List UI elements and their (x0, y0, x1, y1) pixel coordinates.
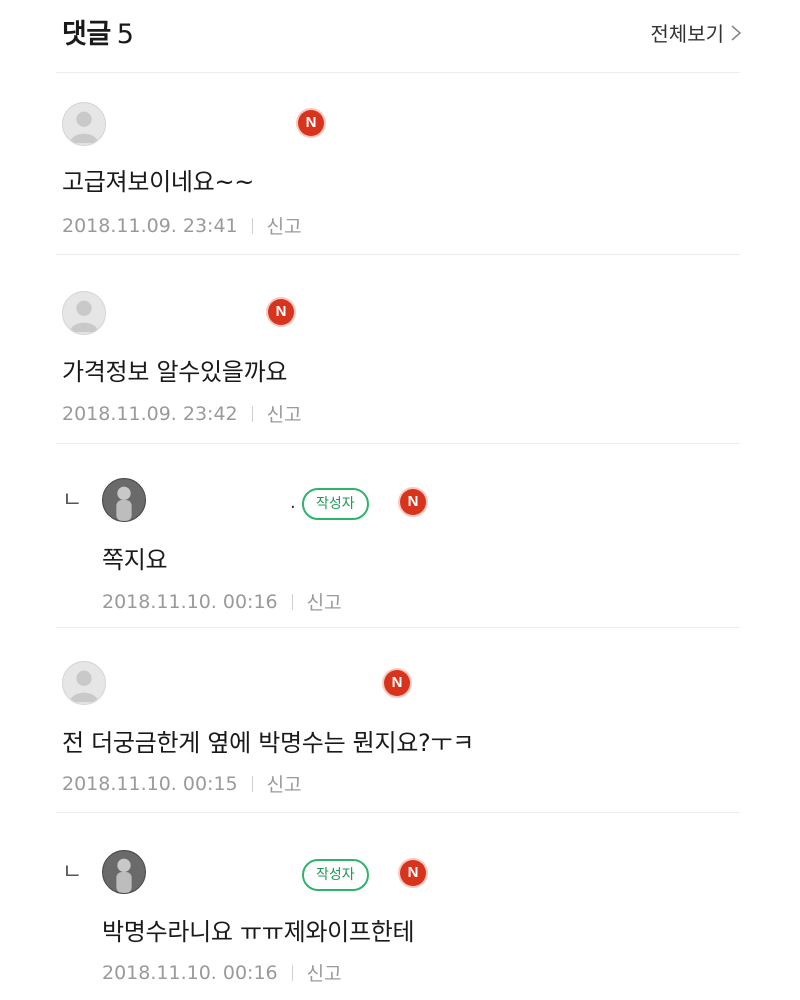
author-photo-avatar[interactable] (102, 478, 146, 522)
meta-separator (291, 593, 293, 610)
author-photo-avatar[interactable] (102, 850, 146, 894)
separator-dot: . (290, 492, 296, 513)
default-avatar-icon[interactable] (62, 102, 106, 146)
n-badge-icon: N (400, 489, 426, 515)
comments-title-label: 댓글 (62, 19, 111, 50)
view-all-button[interactable]: 전체보기 (650, 18, 742, 47)
comment-meta: 2018.11.09. 23:42 신고 (62, 400, 302, 427)
comment-meta: 2018.11.09. 23:41 신고 (62, 212, 302, 239)
report-link[interactable]: 신고 (267, 400, 302, 427)
comments-header: 댓글 5 전체보기 (0, 0, 800, 72)
meta-separator (251, 405, 253, 422)
divider (56, 812, 740, 813)
reply-indicator: ㄴ (62, 860, 83, 885)
comment-meta: 2018.11.10. 00:16 신고 (102, 959, 342, 986)
n-badge-icon: N (298, 110, 324, 136)
comment-text: 고급져보이네요~~ (62, 168, 255, 196)
comment-date: 2018.11.10. 00:15 (62, 772, 238, 795)
comment-date: 2018.11.10. 00:16 (102, 961, 278, 984)
default-avatar-icon[interactable] (62, 291, 106, 335)
report-link[interactable]: 신고 (307, 588, 342, 615)
divider (56, 72, 740, 73)
reply-indicator: ㄴ (62, 488, 83, 513)
meta-separator (251, 217, 253, 234)
divider (56, 627, 740, 628)
report-link[interactable]: 신고 (307, 959, 342, 986)
author-badge: 작성자 (302, 488, 369, 520)
divider (56, 443, 740, 444)
default-avatar-icon[interactable] (62, 661, 106, 705)
author-badge: 작성자 (302, 859, 369, 891)
meta-separator (251, 775, 253, 792)
chevron-right-icon (731, 24, 742, 41)
comment-text: 가격정보 알수있을까요 (62, 358, 288, 386)
divider (56, 254, 740, 255)
comment-text: 쪽지요 (102, 546, 168, 574)
comment-date: 2018.11.09. 23:42 (62, 402, 238, 425)
comments-count: 5 (116, 19, 134, 50)
comment-meta: 2018.11.10. 00:16 신고 (102, 588, 342, 615)
report-link[interactable]: 신고 (267, 770, 302, 797)
comment-meta: 2018.11.10. 00:15 신고 (62, 770, 302, 797)
meta-separator (291, 964, 293, 981)
n-badge-icon: N (268, 299, 294, 325)
comment-text: 박명수라니요 ㅠㅠ제와이프한테 (102, 918, 415, 946)
comment-date: 2018.11.10. 00:16 (102, 590, 278, 613)
comment-text: 전 더궁금한게 옆에 박명수는 뭔지요?ㅜㅋ (62, 729, 475, 757)
n-badge-icon: N (384, 670, 410, 696)
n-badge-icon: N (400, 860, 426, 886)
comments-title: 댓글 5 (62, 12, 134, 51)
view-all-label: 전체보기 (650, 22, 724, 46)
comment-date: 2018.11.09. 23:41 (62, 214, 238, 237)
report-link[interactable]: 신고 (267, 212, 302, 239)
